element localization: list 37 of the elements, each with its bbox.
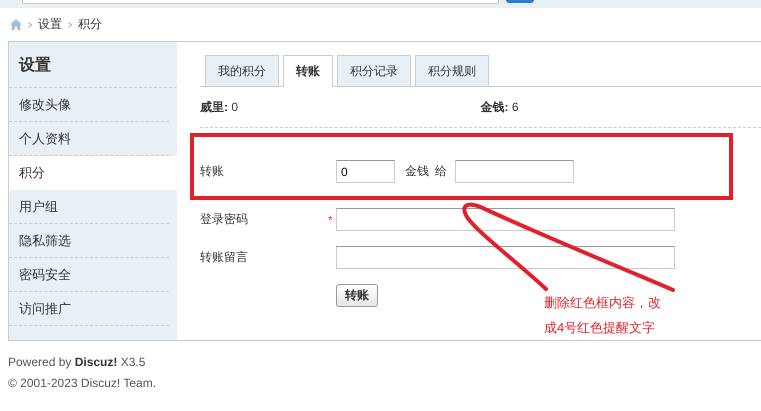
tab[interactable]: 积分规则 bbox=[415, 55, 489, 86]
annotation-text: 成4号红色提醒文字 bbox=[544, 319, 656, 337]
powered-by-text: Powered by Discuz! X3.5 bbox=[8, 354, 146, 371]
transfer-button[interactable]: 转账 bbox=[336, 284, 378, 307]
message-field[interactable] bbox=[336, 246, 675, 269]
field-label: 登录密码 bbox=[200, 211, 249, 228]
sidebar-item[interactable]: 用户组 bbox=[9, 190, 169, 224]
stat-value: 6 bbox=[510, 100, 519, 114]
breadcrumb-link[interactable]: 设置 bbox=[38, 16, 62, 33]
stat-label: 威里: bbox=[200, 100, 228, 114]
chevron-icon bbox=[68, 22, 72, 28]
stat-label: 金钱: bbox=[480, 100, 508, 114]
annotation-text: 删除红色框内容，改 bbox=[544, 294, 661, 312]
to-label: 给 bbox=[435, 163, 447, 180]
tab[interactable]: 我的积分 bbox=[205, 55, 279, 86]
sidebar-item[interactable]: 修改头像 bbox=[9, 88, 169, 122]
field-label: 转账 bbox=[200, 163, 225, 180]
field-label: 转账留言 bbox=[200, 249, 249, 266]
tab[interactable]: 积分记录 bbox=[337, 55, 411, 86]
search-field[interactable] bbox=[22, 0, 499, 4]
password-field[interactable] bbox=[336, 208, 675, 231]
unit-label: 金钱 bbox=[405, 163, 429, 180]
sidebar-item[interactable]: 隐私筛选 bbox=[9, 224, 169, 258]
home-icon[interactable] bbox=[10, 19, 22, 30]
amount-field[interactable]: 0 bbox=[336, 160, 395, 183]
chevron-icon bbox=[28, 22, 32, 28]
breadcrumb-link[interactable]: 积分 bbox=[78, 16, 102, 33]
search-button[interactable] bbox=[506, 0, 534, 3]
required-mark: * bbox=[328, 212, 334, 226]
stat-value: 0 bbox=[230, 100, 238, 114]
sidebar-title: 设置 bbox=[9, 42, 177, 88]
sidebar-item[interactable]: 积分 bbox=[9, 156, 177, 190]
sidebar-item[interactable]: 访问推广 bbox=[9, 292, 169, 326]
copyright-text: © 2001-2023 Discuz! Team. bbox=[8, 375, 158, 392]
recipient-field[interactable] bbox=[455, 160, 574, 183]
sidebar-item[interactable]: 密码安全 bbox=[9, 258, 169, 292]
tab[interactable]: 转账 bbox=[283, 55, 333, 87]
